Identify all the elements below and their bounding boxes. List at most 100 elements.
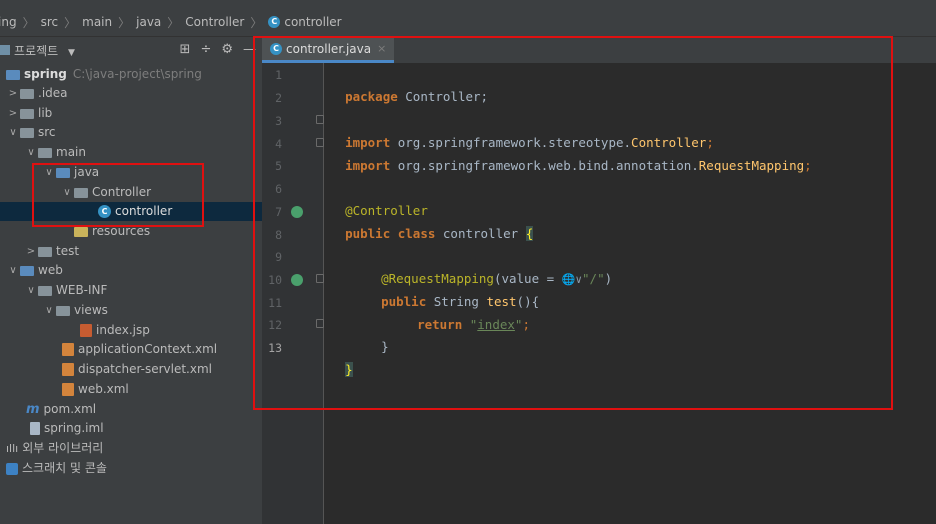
fold-icon[interactable]	[316, 138, 324, 147]
xml-file-icon	[62, 363, 74, 376]
tree-item-application-context[interactable]: applicationContext.xml	[62, 340, 217, 359]
tree-item-main[interactable]: ∨ main	[24, 143, 86, 162]
fold-icon[interactable]	[316, 319, 324, 328]
tree-item-dispatcher-servlet[interactable]: dispatcher-servlet.xml	[62, 360, 212, 379]
chevron-down-icon[interactable]: ∨	[24, 143, 38, 162]
breadcrumb: ing 〉 src 〉 main 〉 java 〉 Controller 〉 C…	[0, 8, 936, 37]
chevron-down-icon[interactable]: ∨	[42, 301, 56, 320]
project-panel-title[interactable]: 프로젝트 ▼	[14, 42, 75, 59]
identifier: Controller;	[397, 89, 489, 104]
tree-item-web-inf[interactable]: ∨ WEB-INF	[24, 281, 107, 300]
chevron-right-icon: 〉	[22, 15, 35, 30]
scratches-icon	[6, 462, 18, 475]
tree-item-label: applicationContext.xml	[78, 342, 218, 356]
chevron-down-icon[interactable]: ∨	[6, 261, 20, 280]
brace: }	[381, 339, 389, 354]
string-literal[interactable]: index	[477, 317, 515, 332]
tree-item-external-libraries[interactable]: ıllı 외부 라이브러리	[6, 439, 103, 458]
libraries-icon: ıllı	[6, 442, 19, 455]
tree-item-controller-class[interactable]: C controller	[0, 202, 262, 221]
brace: }	[345, 362, 353, 377]
folder-icon	[20, 127, 34, 138]
line-number: 13	[268, 341, 282, 355]
tree-item-test[interactable]: > test	[24, 242, 79, 261]
tree-item-label: index.jsp	[96, 323, 150, 337]
line-number: 12	[268, 318, 282, 332]
hide-icon[interactable]: —	[243, 42, 256, 57]
iml-file-icon	[30, 422, 40, 435]
line-number: 1	[275, 68, 282, 82]
keyword: package	[345, 89, 398, 104]
jsp-file-icon	[80, 324, 92, 337]
gear-icon[interactable]: ⚙	[221, 42, 233, 57]
tree-item-label: dispatcher-servlet.xml	[78, 362, 212, 376]
line-number: 2	[275, 91, 282, 105]
tree-item-java[interactable]: ∨ java	[42, 163, 99, 182]
resources-folder-icon	[74, 226, 88, 237]
source-folder-icon	[56, 167, 70, 178]
tree-item-src[interactable]: ∨ src	[6, 123, 55, 142]
breadcrumb-item-java[interactable]: java	[136, 15, 161, 29]
tab-controller-java[interactable]: C controller.java ×	[262, 37, 395, 63]
tree-item-label: WEB-INF	[56, 283, 108, 297]
tree-item-web[interactable]: ∨ web	[6, 261, 63, 280]
line-number: 3	[275, 114, 282, 128]
tree-item-controller-package[interactable]: ∨ Controller	[60, 183, 151, 202]
folder-icon	[56, 305, 70, 316]
breadcrumb-item-controller-class[interactable]: C controller	[268, 15, 342, 29]
tree-item-web-xml[interactable]: web.xml	[62, 380, 129, 399]
folder-icon	[38, 147, 52, 158]
chevron-right-icon[interactable]: >	[24, 242, 38, 261]
tree-item-scratches[interactable]: 스크래치 및 콘솔	[6, 459, 107, 478]
breadcrumb-item-src[interactable]: src	[41, 15, 59, 29]
tree-item-spring[interactable]: spring C:\java-project\spring	[6, 65, 202, 84]
expand-all-icon[interactable]: ⊞	[180, 42, 191, 57]
web-folder-icon	[20, 265, 34, 276]
web-icon[interactable]: 🌐∨	[562, 273, 582, 286]
chevron-down-icon[interactable]: ∨	[6, 123, 20, 142]
maven-icon: m	[26, 402, 40, 417]
keyword: return	[417, 317, 463, 332]
punctuation: ;	[522, 317, 530, 332]
tree-item-label: web	[38, 263, 63, 277]
window-top-strip	[0, 0, 936, 8]
tree-item-spring-iml[interactable]: spring.iml	[30, 419, 104, 438]
string-quote: "	[462, 317, 478, 332]
tree-item-label: 외부 라이브러리	[22, 441, 104, 455]
tree-item-lib[interactable]: > lib	[6, 104, 53, 123]
spring-mapping-icon[interactable]	[291, 274, 303, 286]
tree-item-path: C:\java-project\spring	[72, 67, 202, 81]
chevron-right-icon[interactable]: >	[6, 84, 20, 103]
tree-item-pom-xml[interactable]: m pom.xml	[26, 400, 96, 419]
breadcrumb-item-project[interactable]: ing	[0, 15, 17, 29]
breadcrumb-item-main[interactable]: main	[82, 15, 112, 29]
line-number: 6	[275, 182, 282, 196]
chevron-right-icon: 〉	[64, 15, 77, 30]
code-line: return "index";	[402, 292, 530, 332]
close-icon[interactable]: ×	[377, 42, 386, 55]
tree-item-resources[interactable]: resources	[60, 222, 150, 241]
folder-icon	[20, 108, 34, 119]
chevron-down-icon[interactable]: ∨	[24, 281, 38, 300]
project-panel-title-label: 프로젝트	[14, 43, 59, 58]
tree-item-idea[interactable]: > .idea	[6, 84, 68, 103]
xml-file-icon	[62, 343, 74, 356]
module-folder-icon	[6, 69, 20, 80]
chevron-down-icon[interactable]: ∨	[42, 163, 56, 182]
collapse-all-icon[interactable]: ÷	[200, 42, 211, 57]
fold-icon[interactable]	[316, 115, 324, 124]
code-line: @Controller	[330, 178, 428, 218]
folder-icon	[38, 246, 52, 257]
fold-icon[interactable]	[316, 274, 324, 283]
breadcrumb-item-controller-package[interactable]: Controller	[185, 15, 244, 29]
class-name: controller	[435, 226, 526, 241]
tree-item-index-jsp[interactable]: index.jsp	[80, 321, 150, 340]
tree-item-label: 스크래치 및 콘솔	[22, 461, 107, 475]
spring-bean-icon[interactable]	[291, 206, 303, 218]
chevron-down-icon[interactable]: ∨	[60, 183, 74, 202]
tree-item-label: lib	[38, 106, 53, 120]
tree-item-views[interactable]: ∨ views	[42, 301, 108, 320]
chevron-right-icon[interactable]: >	[6, 104, 20, 123]
breadcrumb-class-label: controller	[284, 15, 342, 29]
folder-icon	[20, 88, 34, 99]
